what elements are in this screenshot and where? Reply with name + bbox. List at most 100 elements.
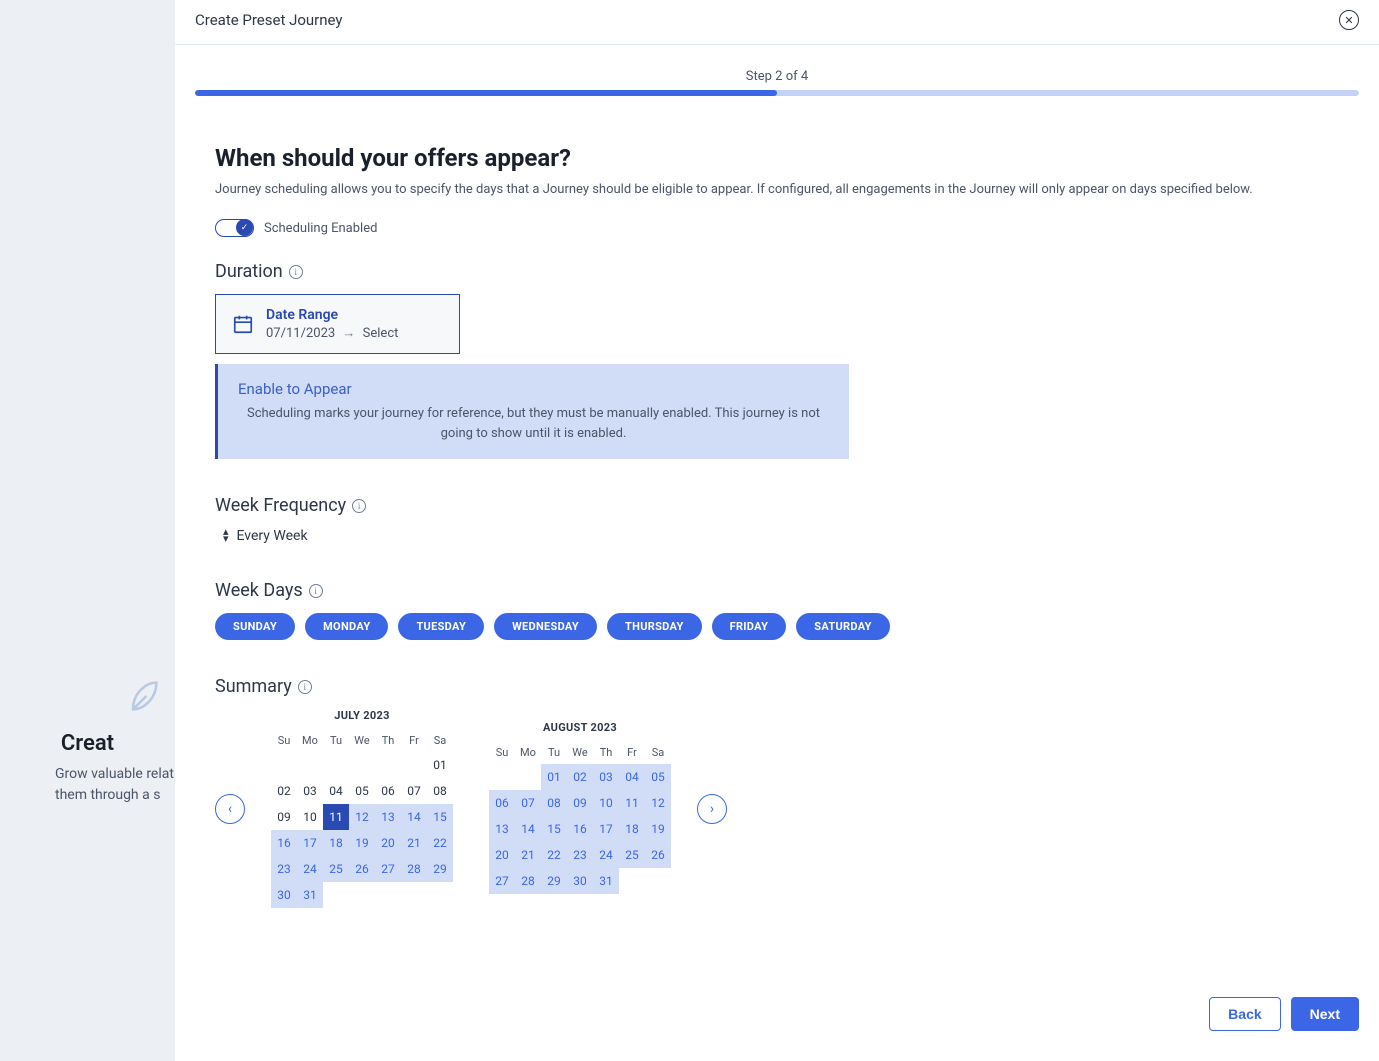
calendar-day[interactable]: 20	[489, 842, 515, 868]
calendar-day[interactable]: 19	[645, 816, 671, 842]
calendar-day[interactable]: 15	[427, 804, 453, 830]
calendar-day[interactable]: 27	[489, 868, 515, 894]
calendar-day[interactable]: 05	[349, 778, 375, 804]
calendar-day[interactable]: 06	[375, 778, 401, 804]
leaf-icon	[120, 676, 165, 723]
date-range-card[interactable]: Date Range 07/11/2023 → Select	[215, 294, 460, 354]
calendar-day[interactable]: 29	[427, 856, 453, 882]
day-pill-thursday[interactable]: THURSDAY	[607, 613, 702, 640]
calendar-day[interactable]: 07	[401, 778, 427, 804]
calendar-day[interactable]: 26	[349, 856, 375, 882]
scheduling-toggle-row: ✓ Scheduling Enabled	[215, 219, 1285, 237]
calendar-day[interactable]: 27	[375, 856, 401, 882]
calendar-day[interactable]: 24	[297, 856, 323, 882]
info-icon[interactable]: i	[309, 584, 323, 598]
calendar-day[interactable]: 28	[515, 868, 541, 894]
calendar-day[interactable]: 10	[593, 790, 619, 816]
calendar-day[interactable]: 30	[271, 882, 297, 908]
day-pill-sunday[interactable]: SUNDAY	[215, 613, 295, 640]
calendar-title: JULY 2023	[271, 709, 453, 722]
calendar-day[interactable]: 18	[619, 816, 645, 842]
week-frequency-value: Every Week	[237, 528, 308, 544]
day-pill-wednesday[interactable]: WEDNESDAY	[494, 613, 597, 640]
calendar-header: Fr	[401, 730, 427, 752]
week-frequency-select[interactable]: ▴▾ Every Week	[215, 528, 1285, 544]
calendar-day[interactable]: 08	[541, 790, 567, 816]
calendar-day[interactable]: 09	[271, 804, 297, 830]
scheduling-toggle[interactable]: ✓	[215, 219, 254, 237]
calendar-day[interactable]: 23	[567, 842, 593, 868]
calendar-day[interactable]: 09	[567, 790, 593, 816]
calendar-day[interactable]: 03	[593, 764, 619, 790]
calendar-day[interactable]: 31	[593, 868, 619, 894]
info-icon[interactable]: i	[298, 680, 312, 694]
calendar-day[interactable]: 28	[401, 856, 427, 882]
calendar-day[interactable]: 14	[401, 804, 427, 830]
calendar-day[interactable]: 04	[619, 764, 645, 790]
prev-month-button[interactable]: ‹	[215, 794, 245, 824]
calendar-header: Mo	[515, 742, 541, 764]
calendar-day[interactable]: 10	[297, 804, 323, 830]
back-button[interactable]: Back	[1209, 997, 1280, 1031]
calendar-day[interactable]: 17	[593, 816, 619, 842]
calendar-day[interactable]: 05	[645, 764, 671, 790]
calendar-day[interactable]: 15	[541, 816, 567, 842]
calendar-day[interactable]: 31	[297, 882, 323, 908]
day-pill-tuesday[interactable]: TUESDAY	[398, 613, 484, 640]
day-pill-monday[interactable]: MONDAY	[305, 613, 388, 640]
calendar-day[interactable]: 22	[427, 830, 453, 856]
day-pill-saturday[interactable]: SATURDAY	[796, 613, 890, 640]
calendar-day[interactable]: 04	[323, 778, 349, 804]
calendar-day[interactable]: 11	[619, 790, 645, 816]
close-button[interactable]: ✕	[1339, 10, 1359, 30]
calendar-day[interactable]: 30	[567, 868, 593, 894]
content: When should your offers appear? Journey …	[195, 96, 1305, 928]
calendar-day[interactable]: 12	[349, 804, 375, 830]
calendar-day[interactable]: 17	[297, 830, 323, 856]
calendar-day[interactable]: 13	[489, 816, 515, 842]
calendar-day[interactable]: 25	[619, 842, 645, 868]
calendar-day[interactable]: 02	[271, 778, 297, 804]
next-button[interactable]: Next	[1291, 997, 1359, 1031]
calendar-header: Tu	[541, 742, 567, 764]
calendar-day[interactable]: 01	[427, 752, 453, 778]
next-month-button[interactable]: ›	[697, 794, 727, 824]
calendar-day[interactable]: 21	[515, 842, 541, 868]
day-pill-friday[interactable]: FRIDAY	[712, 613, 787, 640]
calendar-header: Th	[593, 742, 619, 764]
calendar-day[interactable]: 13	[375, 804, 401, 830]
calendar-header: Mo	[297, 730, 323, 752]
date-range-title: Date Range	[266, 307, 398, 323]
calendar-day[interactable]: 12	[645, 790, 671, 816]
calendar-day[interactable]: 16	[567, 816, 593, 842]
calendar-day[interactable]: 24	[593, 842, 619, 868]
calendar-day[interactable]: 26	[645, 842, 671, 868]
calendar-day[interactable]: 11	[323, 804, 349, 830]
calendar-day[interactable]: 25	[323, 856, 349, 882]
enable-banner: Enable to Appear Scheduling marks your j…	[215, 364, 849, 459]
calendar-day[interactable]: 29	[541, 868, 567, 894]
calendar-day[interactable]: 21	[401, 830, 427, 856]
calendar-day[interactable]: 07	[515, 790, 541, 816]
calendar-day[interactable]: 01	[541, 764, 567, 790]
calendar-day[interactable]: 08	[427, 778, 453, 804]
calendar-grid: SuMoTuWeThFrSa01020304050607080910111213…	[271, 730, 453, 908]
calendar-day[interactable]: 02	[567, 764, 593, 790]
modal: Create Preset Journey ✕ Step 2 of 4 When…	[175, 0, 1379, 1061]
calendar-day[interactable]: 19	[349, 830, 375, 856]
calendar-day[interactable]: 03	[297, 778, 323, 804]
calendar-day[interactable]: 22	[541, 842, 567, 868]
modal-body: Step 2 of 4 When should your offers appe…	[175, 45, 1379, 981]
calendar-day[interactable]: 23	[271, 856, 297, 882]
calendar-day[interactable]: 06	[489, 790, 515, 816]
toggle-knob: ✓	[236, 219, 253, 236]
calendar-header: We	[349, 730, 375, 752]
info-icon[interactable]: i	[352, 499, 366, 513]
calendar-header: Su	[271, 730, 297, 752]
info-icon[interactable]: i	[289, 265, 303, 279]
calendar-day[interactable]: 14	[515, 816, 541, 842]
calendar-day[interactable]: 16	[271, 830, 297, 856]
summary-title: Summary i	[215, 676, 1285, 697]
calendar-day[interactable]: 20	[375, 830, 401, 856]
calendar-day[interactable]: 18	[323, 830, 349, 856]
